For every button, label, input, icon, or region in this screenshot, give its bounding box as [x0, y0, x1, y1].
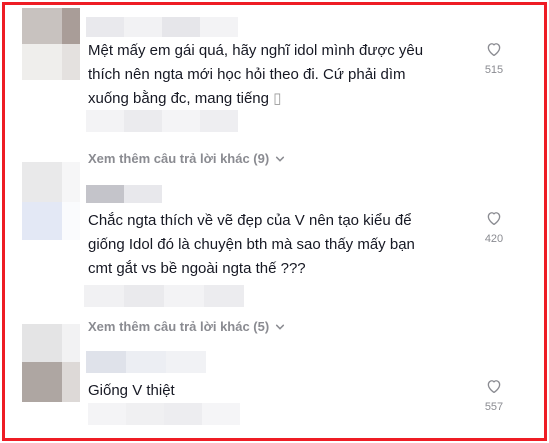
comment-meta-row — [88, 403, 240, 425]
comment-text-line: Mệt mấy em gái quá, hãy nghĩ idol mình đ… — [88, 42, 424, 59]
comment-text-line: Chắc ngta thích về vẽ đẹp của V nên tạo … — [88, 212, 412, 229]
comment-text-line: cmt gắt vs bề ngoài ngta thế ??? — [88, 260, 306, 277]
tofu-glyph: ▯ — [273, 90, 282, 107]
view-more-replies-button[interactable]: Xem thêm câu trả lời khác (9) — [88, 151, 285, 166]
chevron-down-icon — [276, 156, 285, 162]
comment-meta-row — [86, 110, 238, 132]
like-button[interactable]: 515 — [474, 40, 514, 76]
comment-text-line: xuống bằng đc, mang tiếng ▯ — [88, 86, 281, 111]
heart-outline-icon — [487, 380, 501, 394]
avatar[interactable] — [22, 324, 80, 402]
chevron-down-icon — [276, 324, 285, 330]
like-button[interactable]: 557 — [474, 377, 514, 413]
heart-outline-icon — [487, 43, 501, 57]
comment-text-fragment: xuống bằng đc, mang tiếng — [88, 90, 269, 107]
comment-text-line: Giống V thiệt — [88, 382, 175, 399]
heart-outline-icon — [487, 212, 501, 226]
username[interactable] — [86, 185, 162, 203]
comment-text-line: thích nên ngta mới học hỏi theo đi. Cứ p… — [88, 66, 406, 83]
comment-meta-row — [84, 285, 244, 307]
like-count: 420 — [484, 233, 504, 245]
comment-text-line: giống Idol đó là chuyện bth mà sao thấy … — [88, 236, 415, 253]
view-more-label: Xem thêm câu trả lời khác (5) — [88, 319, 270, 334]
like-count: 515 — [484, 64, 504, 76]
like-count: 557 — [484, 401, 504, 413]
avatar[interactable] — [22, 8, 80, 80]
view-more-label: Xem thêm câu trả lời khác (9) — [88, 151, 270, 166]
like-button[interactable]: 420 — [474, 209, 514, 245]
avatar[interactable] — [22, 162, 80, 240]
username[interactable] — [86, 351, 206, 373]
view-more-replies-button[interactable]: Xem thêm câu trả lời khác (5) — [88, 319, 285, 334]
username[interactable] — [86, 17, 238, 37]
